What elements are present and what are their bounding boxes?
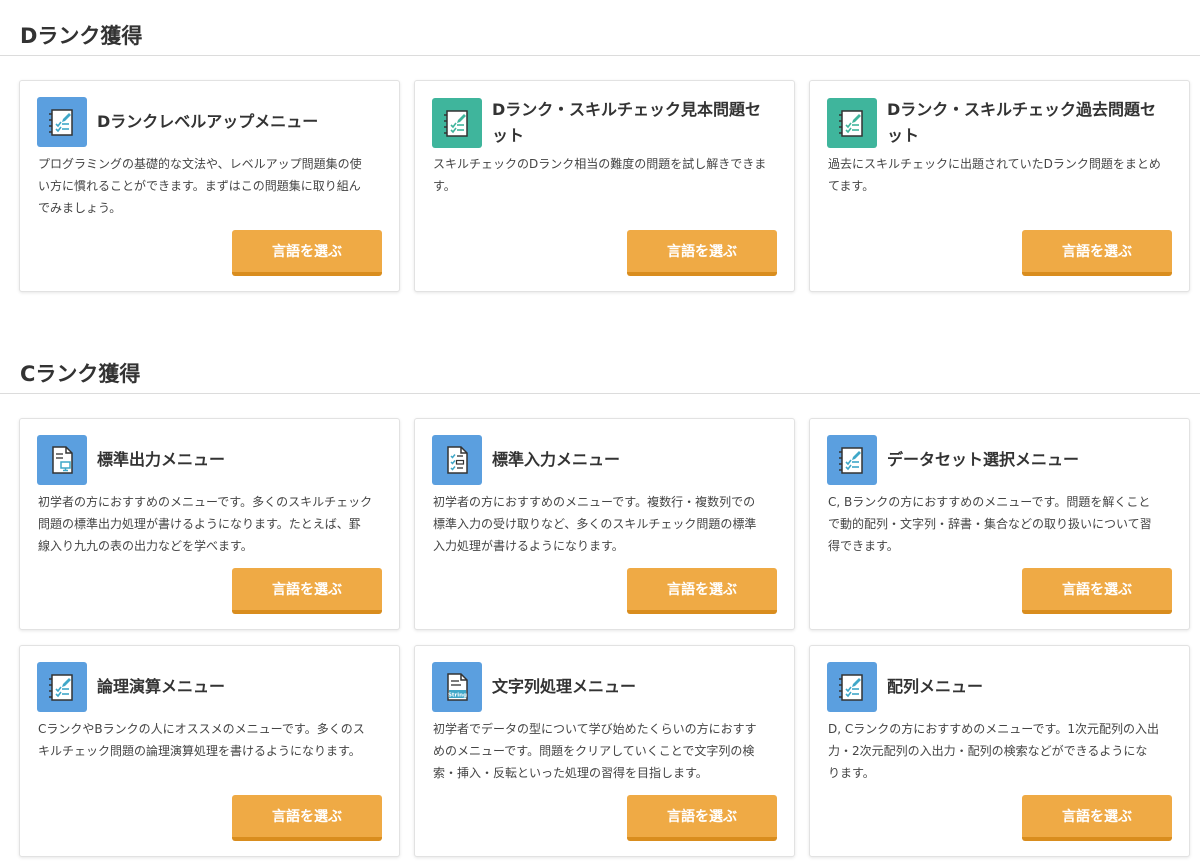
desc-line: でみましょう。 bbox=[38, 201, 122, 215]
card-title-line: 配列メニュー bbox=[887, 677, 984, 696]
menu-card-c-stdout[interactable]: 標準出力メニュー 初学者の方におすすめのメニューです。多くのスキルチェック 問題… bbox=[19, 418, 400, 630]
menu-card-c-array[interactable]: 配列メニュー D, Cランクの方におすすめのメニューです。1次元配列の入出 力・… bbox=[809, 645, 1190, 857]
card-header: 標準入力メニュー bbox=[432, 435, 780, 485]
select-language-button[interactable]: 言語を選ぶ bbox=[627, 568, 777, 614]
card-header: Dランク・スキルチェック過去問題セ ット bbox=[827, 97, 1175, 149]
menu-card-c-string[interactable]: String 文字列処理メニュー 初学者でデータの型について学び始めたくらいの方… bbox=[414, 645, 795, 857]
desc-line: プログラミングの基礎的な文法や、レベルアップ問題集の使 bbox=[38, 157, 362, 171]
card-title-line: Dランクレベルアップメニュー bbox=[97, 112, 319, 131]
menu-card-c-stdin[interactable]: 標準入力メニュー 初学者の方におすすめのメニューです。複数行・複数列での 標準入… bbox=[414, 418, 795, 630]
card-title-line: Dランク・スキルチェック見本問題セ bbox=[492, 100, 761, 119]
desc-line: で動的配列・文字列・辞書・集合などの取り扱いについて習 bbox=[828, 517, 1152, 531]
card-title[interactable]: Dランク・スキルチェック見本問題セ ット bbox=[492, 97, 761, 149]
desc-line: めのメニューです。問題をクリアしていくことで文字列の検 bbox=[433, 744, 755, 758]
card-header: 論理演算メニュー bbox=[37, 662, 385, 712]
notebook-pencil-icon bbox=[827, 98, 877, 148]
desc-line: 力・2次元配列の入出力・配列の検索などができるようにな bbox=[828, 744, 1148, 758]
card-title[interactable]: Dランクレベルアップメニュー bbox=[97, 109, 318, 135]
card-title-line: 論理演算メニュー bbox=[97, 677, 226, 696]
section-title-c-rank: Cランク獲得 bbox=[20, 362, 141, 386]
card-description: スキルチェックのDランク相当の難度の問題を試し解きできま す。 bbox=[433, 153, 780, 197]
desc-line: す。 bbox=[433, 179, 456, 193]
desc-line: 初学者の方におすすめのメニューです。多くのスキルチェック bbox=[38, 495, 373, 509]
notebook-pencil-icon bbox=[37, 662, 87, 712]
card-title[interactable]: Dランク・スキルチェック過去問題セ ット bbox=[887, 97, 1156, 149]
desc-line: ります。 bbox=[828, 766, 875, 780]
select-language-button[interactable]: 言語を選ぶ bbox=[232, 230, 382, 276]
card-title-line: Dランク・スキルチェック過去問題セ bbox=[887, 100, 1156, 119]
desc-line: てます。 bbox=[828, 179, 875, 193]
desc-line: 初学者でデータの型について学び始めたくらいの方におすす bbox=[433, 722, 757, 736]
desc-line: 問題の標準出力処理が書けるようになります。たとえば、罫 bbox=[38, 517, 361, 531]
desc-line: 索・挿入・反転といった処理の習得を目指します。 bbox=[433, 766, 708, 780]
desc-line: スキルチェックのDランク相当の難度の問題を試し解きできま bbox=[433, 157, 767, 171]
card-header: 標準出力メニュー bbox=[37, 435, 385, 485]
card-description: プログラミングの基礎的な文法や、レベルアップ問題集の使 い方に慣れることができま… bbox=[38, 153, 385, 219]
select-language-button[interactable]: 言語を選ぶ bbox=[627, 795, 777, 841]
desc-line: C, Bランクの方におすすめのメニューです。問題を解くこと bbox=[828, 495, 1151, 509]
desc-line: 過去にスキルチェックに出題されていたDランク問題をまとめ bbox=[828, 157, 1161, 171]
document-string-icon: String bbox=[432, 662, 482, 712]
desc-line: 線入り九九の表の出力などを学べます。 bbox=[38, 539, 253, 553]
desc-line: 標準入力の受け取りなど、多くのスキルチェック問題の標準 bbox=[433, 517, 757, 531]
menu-card-c-dataset[interactable]: データセット選択メニュー C, Bランクの方におすすめのメニューです。問題を解く… bbox=[809, 418, 1190, 630]
card-title-line: 標準出力メニュー bbox=[97, 450, 226, 469]
menu-card-d-sample[interactable]: Dランク・スキルチェック見本問題セ ット スキルチェックのDランク相当の難度の問… bbox=[414, 80, 795, 292]
card-title[interactable]: 標準入力メニュー bbox=[492, 447, 620, 473]
document-checklist-icon bbox=[432, 435, 482, 485]
menu-card-d-levelup[interactable]: Dランクレベルアップメニュー プログラミングの基礎的な文法や、レベルアップ問題集… bbox=[19, 80, 400, 292]
card-description: C, Bランクの方におすすめのメニューです。問題を解くこと で動的配列・文字列・… bbox=[828, 491, 1175, 557]
section-divider bbox=[0, 55, 1200, 56]
icon-label: String bbox=[448, 692, 467, 698]
select-language-button[interactable]: 言語を選ぶ bbox=[1022, 568, 1172, 614]
desc-line: D, Cランクの方におすすめのメニューです。1次元配列の入出 bbox=[828, 722, 1159, 736]
card-description: 過去にスキルチェックに出題されていたDランク問題をまとめ てます。 bbox=[828, 153, 1175, 197]
select-language-button[interactable]: 言語を選ぶ bbox=[232, 568, 382, 614]
card-description: 初学者の方におすすめのメニューです。多くのスキルチェック 問題の標準出力処理が書… bbox=[38, 491, 385, 557]
card-title-line: 文字列処理メニュー bbox=[492, 677, 637, 696]
document-monitor-icon bbox=[37, 435, 87, 485]
card-header: Dランクレベルアップメニュー bbox=[37, 97, 385, 147]
desc-line: CランクやBランクの人にオススメのメニューです。多くのス bbox=[38, 722, 365, 736]
desc-line: い方に慣れることができます。まずはこの問題集に取り組ん bbox=[38, 179, 361, 193]
card-description: 初学者でデータの型について学び始めたくらいの方におすす めのメニューです。問題を… bbox=[433, 718, 780, 784]
card-header: String 文字列処理メニュー bbox=[432, 662, 780, 712]
card-title[interactable]: データセット選択メニュー bbox=[887, 447, 1079, 473]
menu-card-c-logic[interactable]: 論理演算メニュー CランクやBランクの人にオススメのメニューです。多くのス キル… bbox=[19, 645, 400, 857]
card-title[interactable]: 論理演算メニュー bbox=[97, 674, 225, 700]
section-divider bbox=[0, 393, 1200, 394]
card-description: 初学者の方におすすめのメニューです。複数行・複数列での 標準入力の受け取りなど、… bbox=[433, 491, 780, 557]
notebook-pencil-icon bbox=[37, 97, 87, 147]
notebook-pencil-icon bbox=[827, 662, 877, 712]
desc-line: 入力処理が書けるようになります。 bbox=[433, 539, 624, 553]
desc-line: キルチェック問題の論理演算処理を書けるようになります。 bbox=[38, 744, 361, 758]
card-title[interactable]: 文字列処理メニュー bbox=[492, 674, 636, 700]
section-title-d-rank: Dランク獲得 bbox=[20, 24, 143, 48]
card-description: D, Cランクの方におすすめのメニューです。1次元配列の入出 力・2次元配列の入… bbox=[828, 718, 1175, 784]
notebook-pencil-icon bbox=[432, 98, 482, 148]
menu-card-d-past[interactable]: Dランク・スキルチェック過去問題セ ット 過去にスキルチェックに出題されていたD… bbox=[809, 80, 1190, 292]
card-header: Dランク・スキルチェック見本問題セ ット bbox=[432, 97, 780, 149]
select-language-button[interactable]: 言語を選ぶ bbox=[627, 230, 777, 276]
card-title-line: 標準入力メニュー bbox=[492, 450, 621, 469]
select-language-button[interactable]: 言語を選ぶ bbox=[1022, 795, 1172, 841]
desc-line: 初学者の方におすすめのメニューです。複数行・複数列での bbox=[433, 495, 756, 509]
notebook-pencil-icon bbox=[827, 435, 877, 485]
card-title[interactable]: 配列メニュー bbox=[887, 674, 983, 700]
card-title-line: ット bbox=[492, 126, 525, 145]
card-header: 配列メニュー bbox=[827, 662, 1175, 712]
desc-line: 得できます。 bbox=[828, 539, 899, 553]
card-header: データセット選択メニュー bbox=[827, 435, 1175, 485]
card-title-line: データセット選択メニュー bbox=[887, 450, 1080, 469]
card-title-line: ット bbox=[887, 126, 920, 145]
card-title[interactable]: 標準出力メニュー bbox=[97, 447, 225, 473]
card-description: CランクやBランクの人にオススメのメニューです。多くのス キルチェック問題の論理… bbox=[38, 718, 385, 762]
select-language-button[interactable]: 言語を選ぶ bbox=[232, 795, 382, 841]
select-language-button[interactable]: 言語を選ぶ bbox=[1022, 230, 1172, 276]
